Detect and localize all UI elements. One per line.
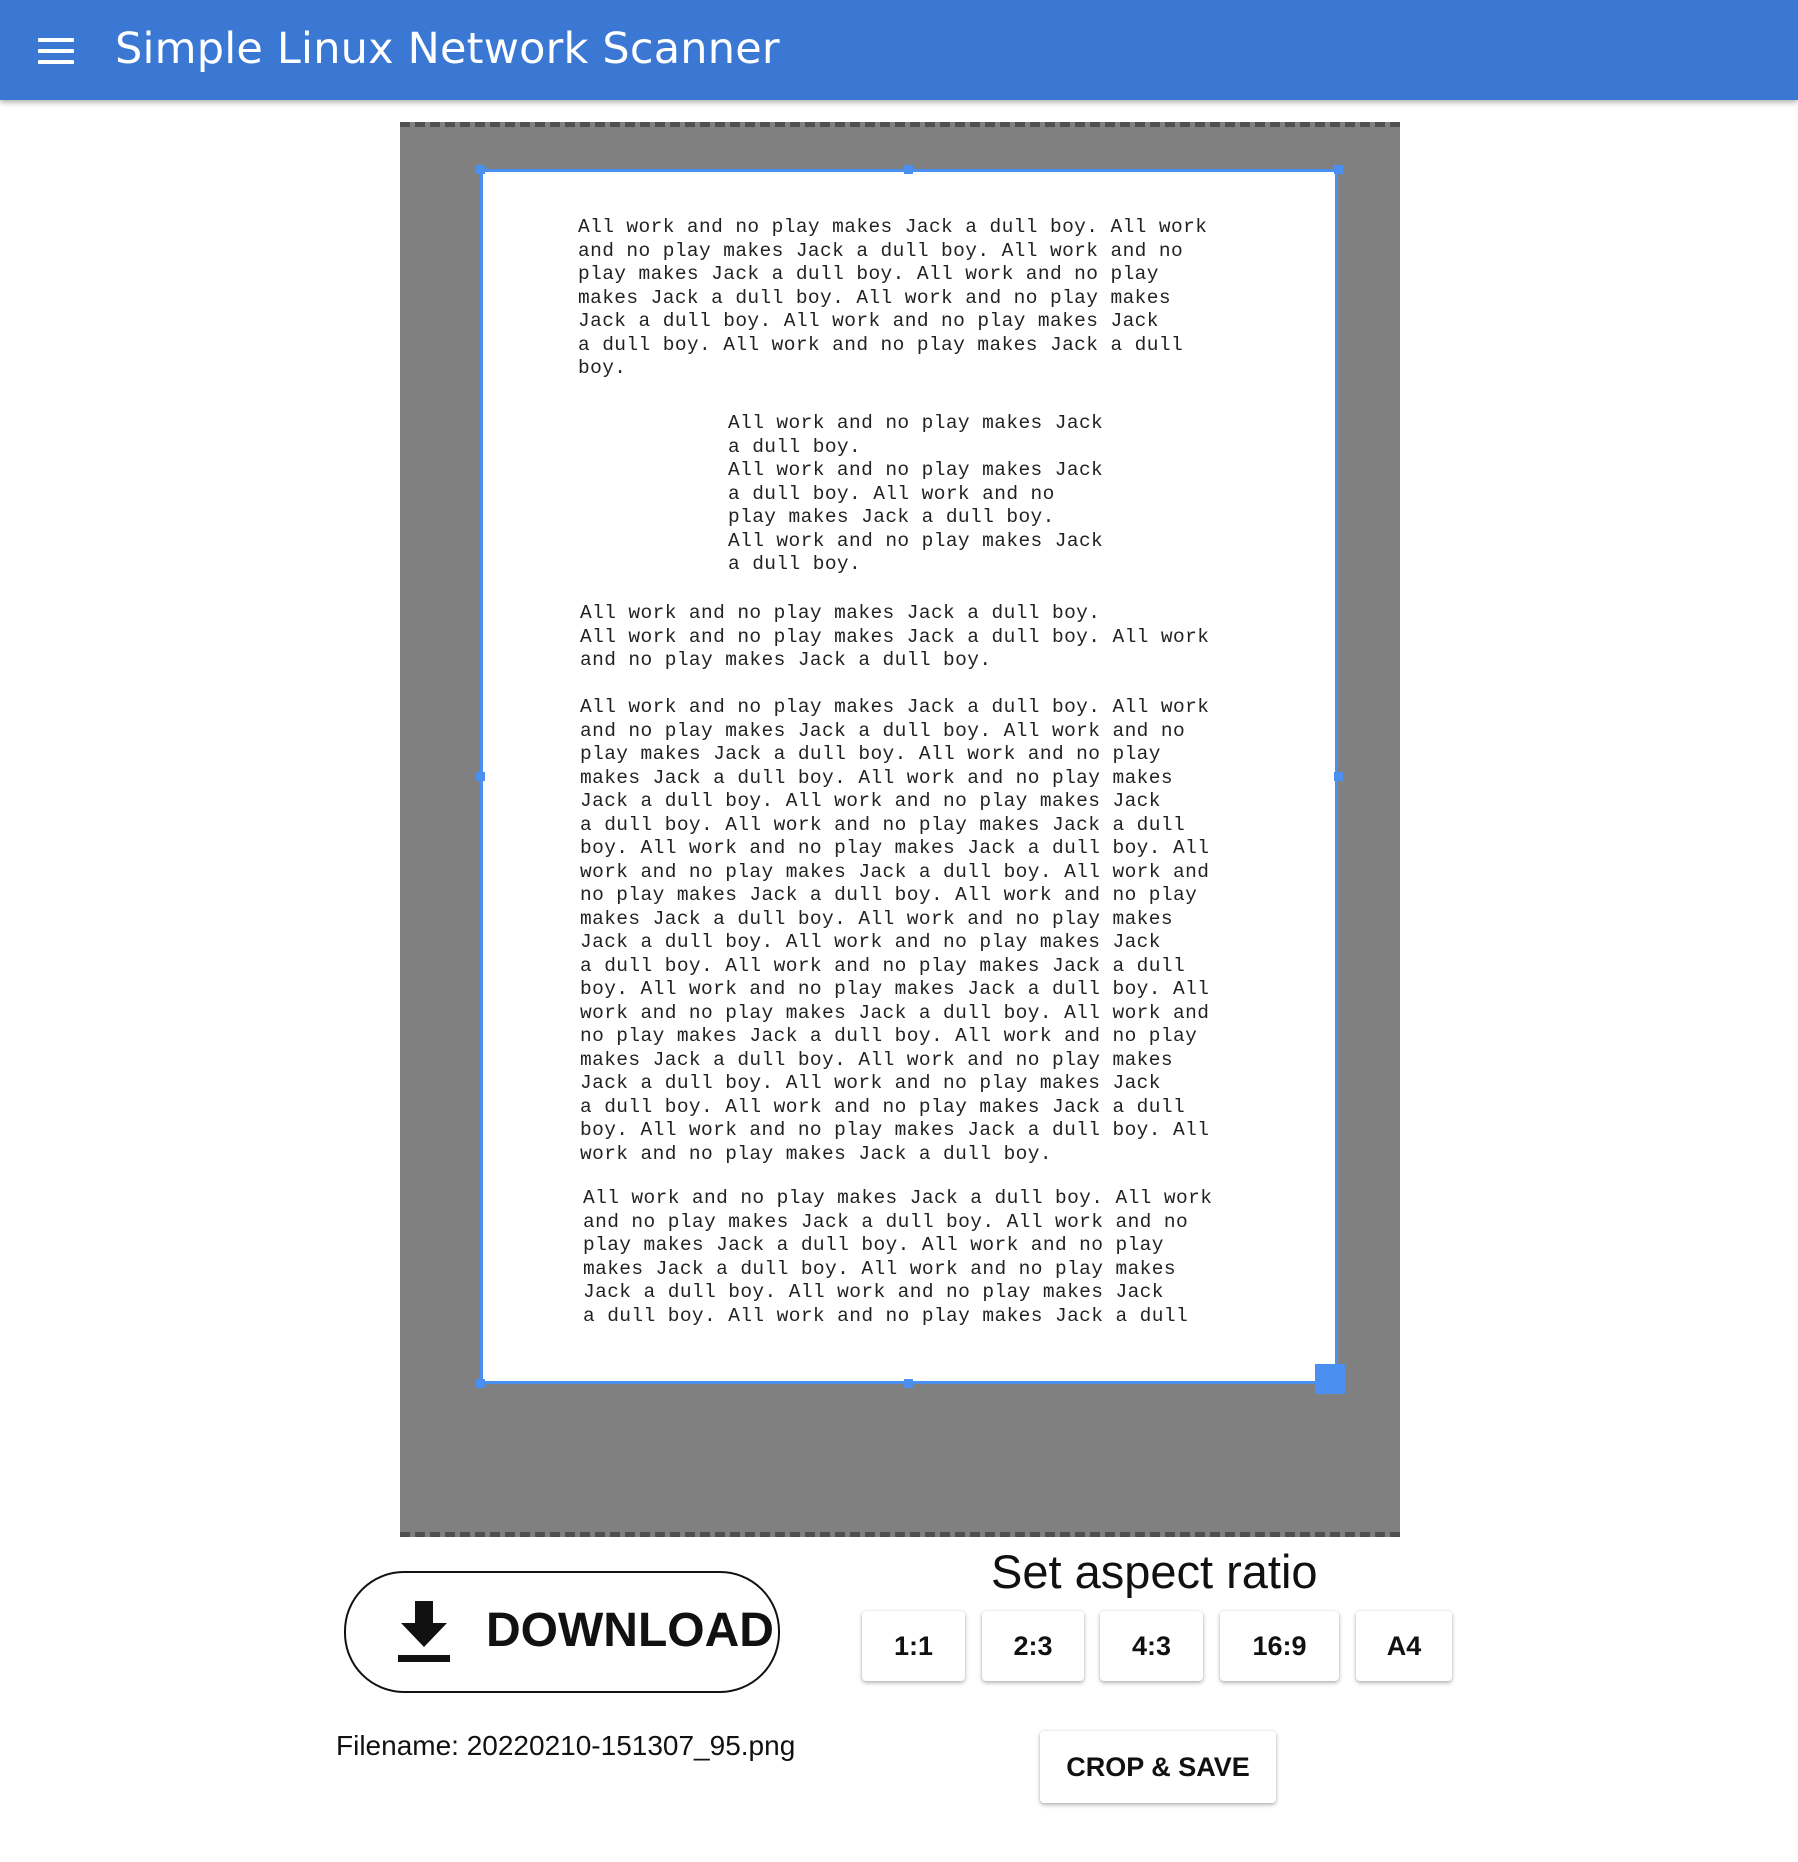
download-button[interactable]: DOWNLOAD bbox=[344, 1571, 780, 1693]
aspect-ratio-2-3-button[interactable]: 2:3 bbox=[982, 1611, 1084, 1681]
download-label: DOWNLOAD bbox=[486, 1604, 774, 1657]
aspect-ratio-a4-button[interactable]: A4 bbox=[1356, 1611, 1452, 1681]
crop-resize-handle[interactable] bbox=[1315, 1364, 1345, 1394]
image-crop-area[interactable]: All work and no play makes Jack a dull b… bbox=[400, 122, 1400, 1537]
document-paragraph: All work and no play makes Jack a dull b… bbox=[583, 1187, 1213, 1327]
aspect-ratio-1-1-button[interactable]: 1:1 bbox=[862, 1611, 965, 1681]
document-paragraph: All work and no play makes Jack a dull b… bbox=[580, 696, 1210, 1165]
hamburger-menu-icon[interactable] bbox=[38, 38, 74, 64]
crop-handle-top-left[interactable] bbox=[476, 165, 485, 174]
crop-handle-bottom[interactable] bbox=[904, 1379, 913, 1388]
crop-handle-left[interactable] bbox=[476, 772, 485, 781]
aspect-ratio-4-3-button[interactable]: 4:3 bbox=[1100, 1611, 1203, 1681]
document-paragraph: All work and no play makes Jack a dull b… bbox=[578, 216, 1208, 379]
crop-handle-bottom-left[interactable] bbox=[476, 1379, 485, 1388]
crop-handle-top[interactable] bbox=[904, 165, 913, 174]
aspect-ratio-heading: Set aspect ratio bbox=[991, 1545, 1318, 1598]
crop-handle-right[interactable] bbox=[1334, 772, 1343, 781]
download-icon bbox=[398, 1601, 450, 1662]
crop-handle-top-right[interactable] bbox=[1334, 165, 1343, 174]
document-paragraph: All work and no play makes Jack a dull b… bbox=[728, 412, 1104, 575]
app-title: Simple Linux Network Scanner bbox=[115, 24, 780, 74]
app-bar: Simple Linux Network Scanner bbox=[0, 0, 1798, 100]
aspect-ratio-16-9-button[interactable]: 16:9 bbox=[1220, 1611, 1339, 1681]
scanned-document-image: All work and no play makes Jack a dull b… bbox=[480, 169, 1338, 1384]
filename-label: Filename: 20220210-151307_95.png bbox=[336, 1730, 796, 1761]
crop-save-button[interactable]: CROP & SAVE bbox=[1040, 1731, 1276, 1803]
document-paragraph: All work and no play makes Jack a dull b… bbox=[580, 602, 1210, 671]
